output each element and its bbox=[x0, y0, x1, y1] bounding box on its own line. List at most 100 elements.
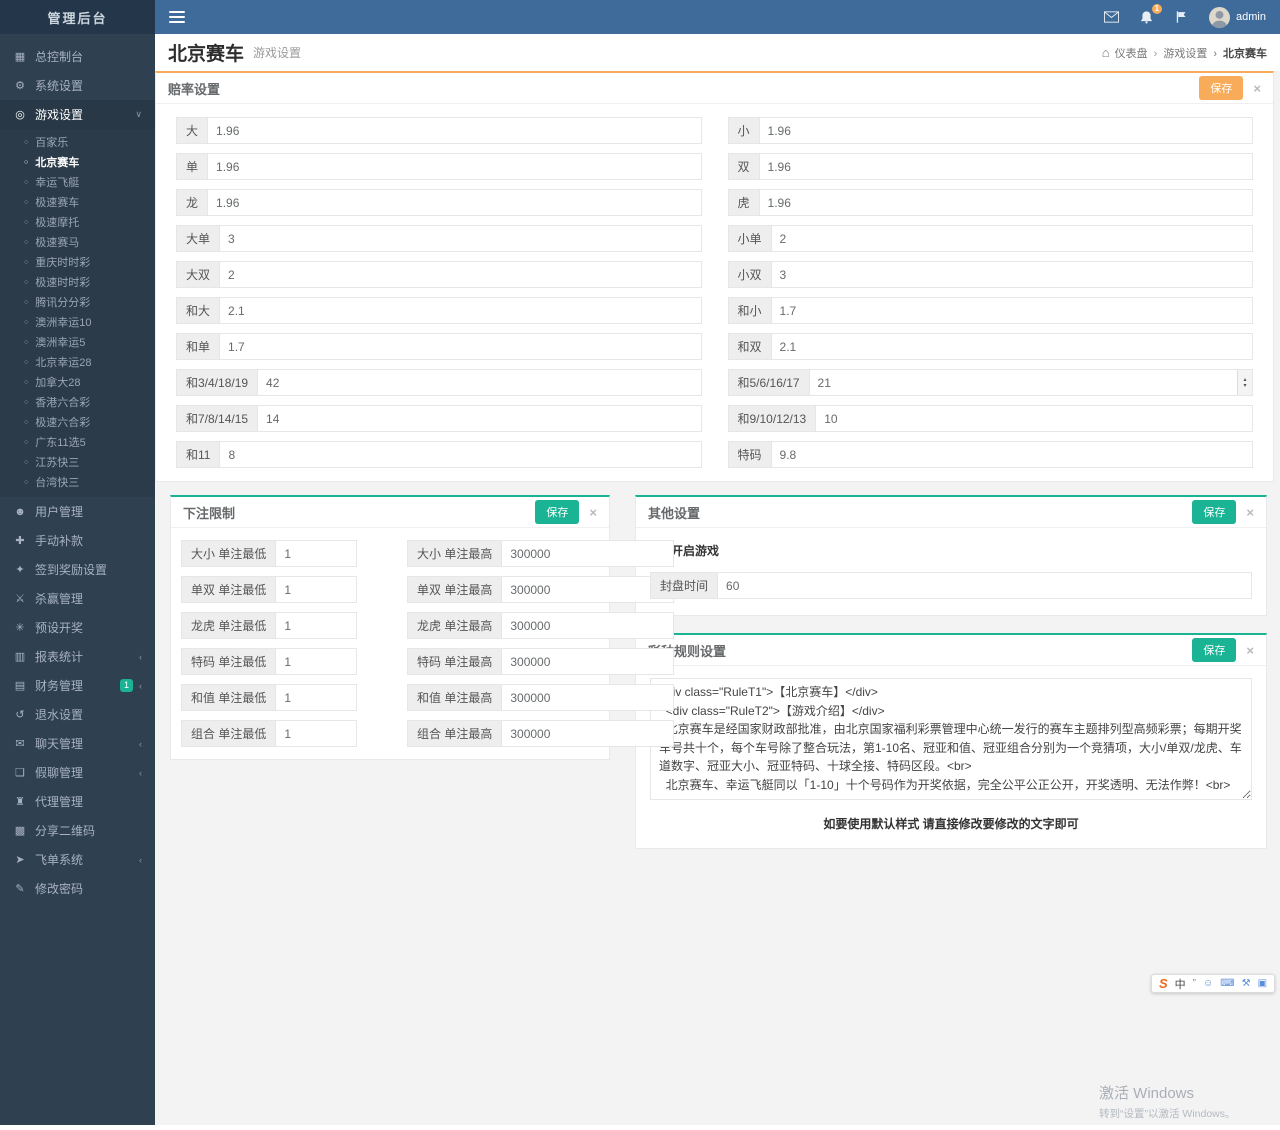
sidebar-subitem[interactable]: ○ 百家乐 bbox=[0, 132, 155, 152]
limit-max-input[interactable] bbox=[501, 612, 674, 639]
sidebar-item[interactable]: ✉ 聊天管理 ‹ bbox=[0, 729, 155, 758]
odds-input[interactable] bbox=[771, 261, 1253, 288]
sidebar-item[interactable]: ☻ 用户管理 bbox=[0, 497, 155, 526]
notifications-icon[interactable]: 1 bbox=[1139, 10, 1154, 25]
circle-icon: ○ bbox=[24, 359, 28, 366]
breadcrumb-item[interactable]: 北京赛车 bbox=[1207, 45, 1267, 61]
sidebar-item[interactable]: ❏ 假聊管理 ‹ bbox=[0, 758, 155, 787]
save-button[interactable]: 保存 bbox=[1192, 500, 1236, 524]
limit-min-input[interactable] bbox=[275, 540, 357, 567]
sidebar-subitem[interactable]: ○ 香港六合彩 bbox=[0, 392, 155, 412]
odds-input[interactable] bbox=[771, 333, 1253, 360]
sidebar-item[interactable]: ➤ 飞单系统 ‹ bbox=[0, 845, 155, 874]
ime-tool-icon[interactable]: ⌨ bbox=[1220, 978, 1234, 989]
limit-max-input[interactable] bbox=[501, 576, 674, 603]
sidebar-item-game-settings[interactable]: ◎ 游戏设置 ∨ bbox=[0, 100, 155, 129]
close-icon[interactable]: × bbox=[1246, 506, 1254, 519]
odds-input[interactable] bbox=[809, 369, 1253, 396]
sidebar-item[interactable]: ✎ 修改密码 bbox=[0, 874, 155, 903]
rules-textarea[interactable]: <div class="RuleT1">【北京赛车】</div> <div cl… bbox=[650, 678, 1252, 800]
menu-toggle-button[interactable] bbox=[169, 11, 185, 23]
sidebar-item[interactable]: ▩ 分享二维码 bbox=[0, 816, 155, 845]
sidebar-item[interactable]: ▥ 报表统计 ‹ bbox=[0, 642, 155, 671]
enable-game-checkbox[interactable]: ✓ 开启游戏 bbox=[650, 542, 1252, 559]
flag-icon[interactable] bbox=[1174, 10, 1189, 25]
ime-tool-icon[interactable]: ▣ bbox=[1258, 978, 1267, 989]
close-time-input[interactable] bbox=[717, 572, 1252, 599]
field-label: 组合 单注最低 bbox=[181, 720, 275, 747]
sidebar-subitem[interactable]: ○ 重庆时时彩 bbox=[0, 252, 155, 272]
odds-input[interactable] bbox=[207, 117, 701, 144]
odds-input[interactable] bbox=[759, 117, 1253, 144]
sidebar-item[interactable]: ⚙ 系统设置 bbox=[0, 71, 155, 100]
ime-tool-icon[interactable]: ⚒ bbox=[1242, 978, 1251, 989]
limit-max-input[interactable] bbox=[501, 540, 674, 567]
limit-min-input[interactable] bbox=[275, 612, 357, 639]
limit-max-input[interactable] bbox=[501, 720, 674, 747]
messages-icon[interactable] bbox=[1104, 10, 1119, 25]
sidebar-item[interactable]: ⚔ 杀赢管理 bbox=[0, 584, 155, 613]
odds-input[interactable] bbox=[219, 297, 701, 324]
limit-max-input[interactable] bbox=[501, 684, 674, 711]
sidebar-item[interactable]: ✚ 手动补款 bbox=[0, 526, 155, 555]
sidebar-subitem[interactable]: ○ 北京幸运28 bbox=[0, 352, 155, 372]
sidebar-subitem[interactable]: ○ 腾讯分分彩 bbox=[0, 292, 155, 312]
save-button[interactable]: 保存 bbox=[1199, 76, 1243, 100]
sidebar-item[interactable]: ✦ 签到奖励设置 bbox=[0, 555, 155, 584]
sidebar-subitem[interactable]: ○ 江苏快三 bbox=[0, 452, 155, 472]
breadcrumb-item[interactable]: 仪表盘 bbox=[1115, 45, 1148, 61]
number-spinner-icon[interactable]: ▴▾ bbox=[1237, 370, 1252, 395]
odds-input[interactable] bbox=[771, 225, 1253, 252]
odds-input[interactable] bbox=[759, 189, 1253, 216]
sidebar-item[interactable]: ▦ 总控制台 bbox=[0, 42, 155, 71]
ime-tool-icon[interactable]: 中 bbox=[1175, 976, 1186, 992]
sidebar-subitem[interactable]: ○ 加拿大28 bbox=[0, 372, 155, 392]
sidebar-item[interactable]: ✳ 预设开奖 bbox=[0, 613, 155, 642]
close-icon[interactable]: × bbox=[1253, 82, 1261, 95]
save-button[interactable]: 保存 bbox=[535, 500, 579, 524]
limit-min-input[interactable] bbox=[275, 720, 357, 747]
ime-logo-icon[interactable]: S bbox=[1159, 976, 1168, 991]
sidebar-subitem[interactable]: ○ 极速六合彩 bbox=[0, 412, 155, 432]
close-icon[interactable]: × bbox=[589, 506, 597, 519]
sidebar-subitem[interactable]: ○ 极速时时彩 bbox=[0, 272, 155, 292]
sidebar-subitem[interactable]: ○ 极速摩托 bbox=[0, 212, 155, 232]
odds-input[interactable] bbox=[219, 225, 701, 252]
sidebar-subitem[interactable]: ○ 极速赛马 bbox=[0, 232, 155, 252]
save-button[interactable]: 保存 bbox=[1192, 638, 1236, 662]
user-menu[interactable]: admin bbox=[1209, 7, 1266, 28]
sidebar-subitem[interactable]: ○ 台湾快三 bbox=[0, 472, 155, 492]
sidebar-subitem-label: 北京幸运28 bbox=[35, 354, 91, 370]
odds-input[interactable] bbox=[207, 153, 701, 180]
sidebar-subitem[interactable]: ○ 澳洲幸运5 bbox=[0, 332, 155, 352]
odds-row: 和大 ▴▾ bbox=[176, 297, 702, 324]
sidebar-subitem[interactable]: ○ 北京赛车 bbox=[0, 152, 155, 172]
odds-input[interactable] bbox=[207, 189, 701, 216]
sidebar-subitem[interactable]: ○ 澳洲幸运10 bbox=[0, 312, 155, 332]
odds-input[interactable] bbox=[759, 153, 1253, 180]
sidebar-subitem[interactable]: ○ 幸运飞艇 bbox=[0, 172, 155, 192]
odds-input[interactable] bbox=[771, 441, 1253, 468]
odds-input[interactable] bbox=[771, 297, 1253, 324]
odds-input[interactable] bbox=[219, 333, 701, 360]
field-label: 虎 bbox=[728, 189, 759, 216]
limit-min-input[interactable] bbox=[275, 576, 357, 603]
ime-tool-icon[interactable]: ☺ bbox=[1203, 978, 1213, 989]
sidebar-item[interactable]: ▤ 财务管理 1 ‹ bbox=[0, 671, 155, 700]
limit-min-input[interactable] bbox=[275, 684, 357, 711]
sidebar-item[interactable]: ↺ 退水设置 bbox=[0, 700, 155, 729]
odds-input[interactable] bbox=[219, 441, 701, 468]
close-icon[interactable]: × bbox=[1246, 644, 1254, 657]
limit-min-input[interactable] bbox=[275, 648, 357, 675]
odds-input[interactable] bbox=[257, 405, 701, 432]
ime-toolbar[interactable]: S 中 ” ☺ ⌨ ⚒ ▣ bbox=[1151, 974, 1275, 993]
ime-tool-icon[interactable]: ” bbox=[1193, 978, 1196, 989]
odds-input[interactable] bbox=[815, 405, 1253, 432]
sidebar-item[interactable]: ♜ 代理管理 bbox=[0, 787, 155, 816]
odds-input[interactable] bbox=[257, 369, 701, 396]
odds-input[interactable] bbox=[219, 261, 701, 288]
sidebar-subitem[interactable]: ○ 极速赛车 bbox=[0, 192, 155, 212]
limit-max-input[interactable] bbox=[501, 648, 674, 675]
breadcrumb-item[interactable]: 游戏设置 bbox=[1148, 45, 1208, 61]
sidebar-subitem[interactable]: ○ 广东11选5 bbox=[0, 432, 155, 452]
